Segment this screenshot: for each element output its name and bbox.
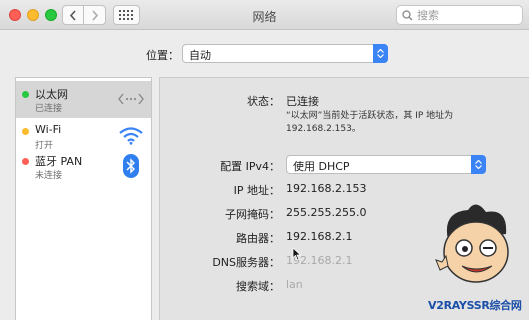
service-status: 未连接: [35, 171, 63, 181]
mouse-cursor-icon: [292, 247, 302, 261]
location-value: 自动: [189, 49, 211, 62]
ip-address-label: IP 地址：: [233, 184, 280, 197]
title-bar: 网络: [0, 0, 529, 30]
status-label: 状态：: [247, 95, 280, 108]
router-value: 192.168.2.1: [286, 230, 353, 243]
status-dot: [22, 91, 29, 98]
bluetooth-icon: [117, 152, 145, 180]
dns-server-label: DNS服务器：: [212, 256, 280, 269]
wifi-icon: [117, 122, 145, 150]
ethernet-arrows-icon: [117, 85, 145, 113]
status-value: 已连接: [286, 95, 319, 108]
watermark-text: V2RAYSSR综合网: [428, 299, 522, 312]
search-field[interactable]: [396, 5, 523, 25]
ip-address-value: 192.168.2.153: [286, 182, 367, 195]
location-label: 位置：: [146, 49, 179, 62]
status-description-line2: 192.168.2.153。: [286, 124, 361, 134]
network-preferences-window: 网络 位置： 自动 以太网 已连接 W: [0, 0, 529, 320]
search-icon: [402, 9, 413, 20]
service-name: 以太网: [35, 88, 68, 101]
configure-ipv4-select[interactable]: 使用 DHCP: [286, 155, 486, 174]
service-name: 蓝牙 PAN: [35, 155, 83, 168]
service-item-bluetooth-pan[interactable]: 蓝牙 PAN 未连接: [16, 148, 151, 185]
location-stepper-icon: [373, 44, 388, 63]
service-item-ethernet[interactable]: 以太网 已连接: [16, 81, 151, 118]
service-name: Wi-Fi: [35, 123, 62, 136]
subnet-mask-value: 255.255.255.0: [286, 206, 367, 219]
search-domain-label: 搜索域：: [236, 280, 280, 293]
configure-ipv4-label: 配置 IPv4：: [220, 160, 280, 173]
service-list: 以太网 已连接 Wi-Fi 打开 蓝牙 PAN 未连接: [15, 77, 152, 320]
search-input[interactable]: [417, 8, 517, 22]
search-domain-value: lan: [286, 278, 303, 291]
service-status: 已连接: [35, 104, 63, 114]
subnet-mask-label: 子网掩码：: [225, 208, 280, 221]
watermark: V2RAYSSR综合网: [428, 200, 529, 320]
status-dot: [22, 128, 29, 135]
location-select[interactable]: 自动: [182, 44, 388, 63]
router-label: 路由器：: [236, 232, 280, 245]
status-description-line1: “以太网”当前处于活跃状态，其 IP 地址为: [286, 111, 454, 121]
status-dot: [22, 158, 29, 165]
mascot-logo: [435, 204, 509, 283]
configure-ipv4-value: 使用 DHCP: [293, 160, 350, 173]
configure-stepper-icon: [471, 155, 486, 174]
status-description: “以太网”当前处于活跃状态，其 IP 地址为 192.168.2.153。: [286, 110, 506, 136]
